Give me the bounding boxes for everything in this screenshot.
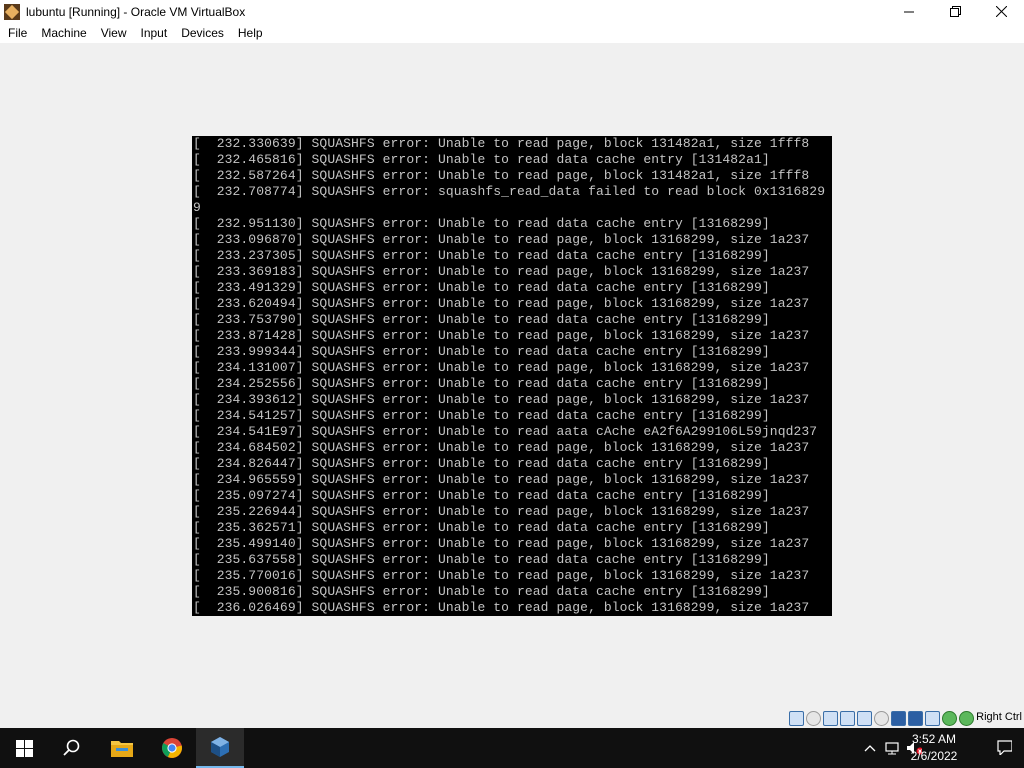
window-title: lubuntu [Running] - Oracle VM VirtualBox <box>26 4 246 19</box>
hard-disk-icon[interactable] <box>789 710 804 726</box>
search-icon <box>63 739 80 756</box>
file-explorer-icon <box>111 741 133 757</box>
close-button[interactable] <box>978 0 1024 23</box>
taskbar-clock[interactable]: 3:52 AM 2/6/2022 <box>894 731 974 765</box>
usb-icon[interactable] <box>857 710 872 726</box>
virtualbox-app-icon <box>4 3 20 20</box>
vbox-status-bar: Right Ctrl <box>0 708 1024 728</box>
console-line: [ 235.097274] SQUASHFS error: Unable to … <box>193 488 770 503</box>
console-line: 9 <box>193 200 201 215</box>
console-line: [ 234.393612] SQUASHFS error: Unable to … <box>193 392 810 407</box>
window-title-bar[interactable]: lubuntu [Running] - Oracle VM VirtualBox <box>0 0 1024 23</box>
console-line: [ 232.465816] SQUASHFS error: Unable to … <box>193 152 770 167</box>
menu-view[interactable]: View <box>94 23 134 43</box>
console-line: [ 234.252556] SQUASHFS error: Unable to … <box>193 376 770 391</box>
console-line: [ 232.587264] SQUASHFS error: Unable to … <box>193 168 810 183</box>
system-tray: 3:52 AM 2/6/2022 <box>824 728 1024 768</box>
clock-time: 3:52 AM <box>911 732 957 746</box>
console-line: [ 233.491329] SQUASHFS error: Unable to … <box>193 280 770 295</box>
console-line: [ 233.237305] SQUASHFS error: Unable to … <box>193 248 770 263</box>
windows-taskbar: 3:52 AM 2/6/2022 <box>0 728 1024 768</box>
console-line: [ 233.753790] SQUASHFS error: Unable to … <box>193 312 770 327</box>
console-line: [ 234.965559] SQUASHFS error: Unable to … <box>193 472 810 487</box>
console-line: [ 233.620494] SQUASHFS error: Unable to … <box>193 296 810 311</box>
optical-drive-icon[interactable] <box>806 710 821 726</box>
mouse-integration-icon[interactable] <box>942 710 957 726</box>
video-capture-icon[interactable] <box>908 710 923 726</box>
clock-date: 2/6/2022 <box>910 749 958 763</box>
console-line: [ 232.330639] SQUASHFS error: Unable to … <box>193 136 810 151</box>
menu-help[interactable]: Help <box>231 23 270 43</box>
minimize-button[interactable] <box>886 0 932 23</box>
console-line: [ 235.499140] SQUASHFS error: Unable to … <box>193 536 810 551</box>
console-line: [ 233.999344] SQUASHFS error: Unable to … <box>193 344 770 359</box>
search-button[interactable] <box>48 728 96 768</box>
chrome-button[interactable] <box>148 728 196 768</box>
chrome-icon <box>162 738 182 758</box>
notifications-icon[interactable] <box>996 739 1012 755</box>
menu-bar: File Machine View Input Devices Help <box>0 23 1024 43</box>
menu-input[interactable]: Input <box>134 23 175 43</box>
cpu-icon[interactable] <box>925 710 940 726</box>
file-explorer-button[interactable] <box>98 728 146 768</box>
vm-display-area[interactable]: [ 232.330639] SQUASHFS error: Unable to … <box>0 43 1024 708</box>
console-line: [ 235.226944] SQUASHFS error: Unable to … <box>193 504 810 519</box>
minimize-icon <box>904 11 914 12</box>
console-line: [ 236.026469] SQUASHFS error: Unable to … <box>193 600 810 615</box>
vm-console-screen[interactable]: [ 232.330639] SQUASHFS error: Unable to … <box>192 136 832 616</box>
menu-file[interactable]: File <box>1 23 34 43</box>
console-line: [ 234.541E97] SQUASHFS error: Unable to … <box>193 424 818 439</box>
maximize-button[interactable] <box>932 0 978 23</box>
close-icon <box>995 6 1007 17</box>
console-line: [ 232.951130] SQUASHFS error: Unable to … <box>193 216 770 231</box>
host-key-label[interactable]: Right Ctrl <box>976 711 1022 723</box>
console-line: [ 234.684502] SQUASHFS error: Unable to … <box>193 440 810 455</box>
display-icon[interactable] <box>891 710 906 726</box>
menu-devices[interactable]: Devices <box>174 23 231 43</box>
shared-folders-icon[interactable] <box>874 710 889 726</box>
start-button[interactable] <box>0 728 48 768</box>
console-line: [ 233.871428] SQUASHFS error: Unable to … <box>193 328 810 343</box>
console-line: [ 235.637558] SQUASHFS error: Unable to … <box>193 552 770 567</box>
network-icon[interactable] <box>840 710 855 726</box>
console-line: [ 233.369183] SQUASHFS error: Unable to … <box>193 264 810 279</box>
console-line: [ 234.541257] SQUASHFS error: Unable to … <box>193 408 770 423</box>
chevron-up-icon[interactable] <box>862 740 878 756</box>
audio-icon[interactable] <box>823 710 838 726</box>
menu-machine[interactable]: Machine <box>34 23 93 43</box>
console-line: [ 232.708774] SQUASHFS error: squashfs_r… <box>193 184 826 199</box>
console-line: [ 234.826447] SQUASHFS error: Unable to … <box>193 456 770 471</box>
console-line: [ 233.096870] SQUASHFS error: Unable to … <box>193 232 810 247</box>
virtualbox-taskbar-button[interactable] <box>196 728 244 768</box>
restore-icon <box>949 6 961 17</box>
console-line: [ 235.362571] SQUASHFS error: Unable to … <box>193 520 770 535</box>
virtualbox-icon <box>211 737 229 757</box>
keyboard-icon[interactable] <box>959 710 974 726</box>
console-line: [ 235.770016] SQUASHFS error: Unable to … <box>193 568 810 583</box>
console-line: [ 235.900816] SQUASHFS error: Unable to … <box>193 584 770 599</box>
start-icon <box>15 739 33 757</box>
console-line: [ 234.131007] SQUASHFS error: Unable to … <box>193 360 810 375</box>
